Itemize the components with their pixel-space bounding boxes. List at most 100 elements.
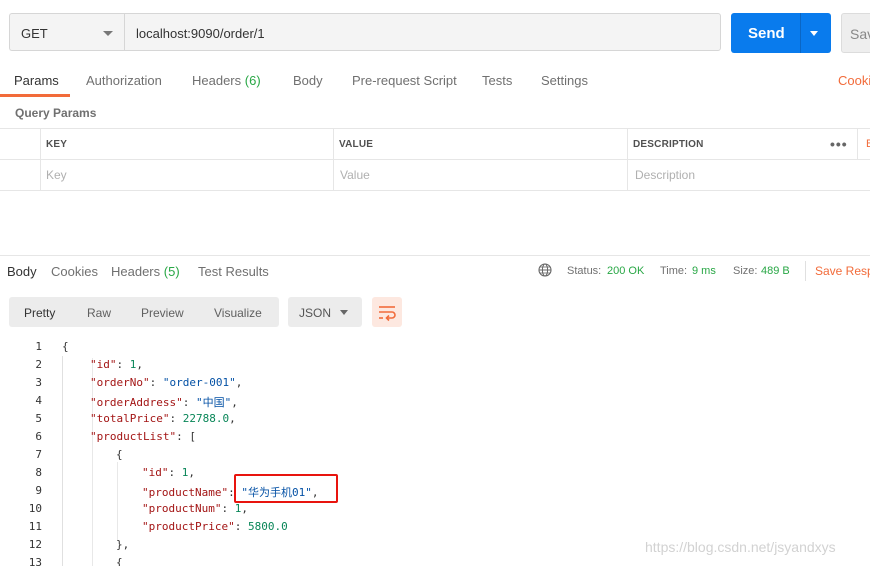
response-tab-body[interactable]: Body [7, 264, 37, 279]
view-preview-button[interactable]: Preview [141, 306, 184, 320]
line-number: 2 [35, 358, 42, 371]
code-line: "orderAddress": "中国", [90, 396, 238, 409]
line-number: 12 [28, 538, 42, 551]
view-pretty-button[interactable]: Pretty [24, 306, 55, 320]
line-number: 6 [35, 430, 42, 443]
highlight-box [234, 474, 338, 503]
json-value: "中国" [195, 396, 232, 409]
table-col-divider [333, 129, 334, 191]
json-key: "id" [142, 466, 169, 479]
table-border-bottom [0, 190, 870, 191]
code-line: "orderNo": "order-001", [90, 376, 243, 389]
json-key: "id" [90, 358, 117, 371]
line-number: 4 [35, 394, 42, 407]
code-line: "productPrice": 5800.0 [142, 520, 288, 533]
tab-label: Body [293, 73, 323, 88]
code-line: "productNum": 1, [142, 502, 248, 515]
code-line: "id": 1, [142, 466, 195, 479]
column-header-value: VALUE [339, 139, 374, 150]
tab-count: (6) [244, 73, 261, 88]
line-number: 3 [35, 376, 42, 389]
tab-count: (5) [163, 264, 180, 279]
tab-params[interactable]: Params [14, 73, 59, 88]
tab-authorization[interactable]: Authorization [86, 73, 162, 88]
line-number: 8 [35, 466, 42, 479]
table-col-divider [857, 129, 858, 159]
globe-icon[interactable] [538, 263, 552, 277]
save-response-button[interactable]: Save Response [815, 264, 870, 278]
send-button[interactable]: Send [731, 13, 831, 53]
size-label: Size: [733, 265, 758, 277]
line-number: 1 [35, 340, 42, 353]
json-value: 1 [234, 502, 242, 515]
tab-tests[interactable]: Tests [482, 73, 512, 88]
line-number: 11 [28, 520, 42, 533]
response-tab-test-results[interactable]: Test Results [198, 264, 269, 279]
status-label: Status: [567, 265, 602, 277]
more-options-icon[interactable]: ••• [830, 136, 848, 152]
tab-label: Authorization [86, 73, 162, 88]
json-value: 1 [129, 358, 137, 371]
tab-label: Test Results [198, 264, 269, 279]
table-col-divider [40, 129, 41, 191]
line-number: 5 [35, 412, 42, 425]
bulk-edit-link[interactable]: Bulk Edit [866, 138, 870, 150]
line-number: 7 [35, 448, 42, 461]
code-line: }, [116, 538, 130, 551]
wrap-lines-button[interactable] [372, 297, 402, 327]
indent-guide [92, 358, 93, 566]
table-border-top [0, 128, 870, 129]
code-line: "productList": [ [90, 430, 196, 443]
code-line: { [62, 340, 69, 353]
save-button[interactable]: Save [841, 13, 870, 53]
active-tab-indicator [0, 94, 70, 97]
column-header-key: KEY [46, 139, 68, 150]
code-line: { [116, 556, 123, 566]
url-value: localhost:9090/order/1 [136, 26, 265, 41]
table-border-header [0, 159, 870, 160]
code-line: "id": 1, [90, 358, 143, 371]
response-tab-cookies[interactable]: Cookies [51, 264, 98, 279]
view-raw-button[interactable]: Raw [87, 306, 111, 320]
key-input[interactable]: Key [46, 168, 67, 182]
time-label: Time: [660, 265, 688, 277]
cookies-link[interactable]: Cookies [838, 73, 870, 88]
json-value: 5800.0 [247, 520, 288, 533]
tab-pre-request-script[interactable]: Pre-request Script [352, 73, 457, 88]
json-key: "productNum" [142, 502, 222, 515]
tab-headers[interactable]: Headers (6) [192, 73, 261, 88]
code-line: { [116, 448, 123, 461]
json-key: "productList" [90, 430, 177, 443]
line-number: 10 [28, 502, 42, 515]
method-select[interactable]: GET [9, 13, 124, 51]
chevron-down-icon [340, 310, 348, 315]
tab-body[interactable]: Body [293, 73, 323, 88]
size-value: 489 B [761, 265, 790, 277]
json-value: 22788.0 [182, 412, 230, 425]
status-value: 200 OK [607, 265, 645, 277]
response-tab-headers[interactable]: Headers (5) [111, 264, 180, 279]
json-value: "order-001" [162, 376, 236, 389]
tab-settings[interactable]: Settings [541, 73, 588, 88]
tab-label: Params [14, 73, 59, 88]
view-visualize-button[interactable]: Visualize [214, 306, 262, 320]
save-label: Save [850, 26, 870, 42]
tab-label: Cookies [51, 264, 98, 279]
line-number: 9 [35, 484, 42, 497]
tab-label: Pre-request Script [352, 73, 457, 88]
tab-label: Headers [111, 264, 161, 279]
send-options-chevron-icon[interactable] [810, 31, 818, 36]
line-number: 13 [28, 556, 42, 566]
json-value: 1 [181, 466, 189, 479]
column-header-description: DESCRIPTION [633, 139, 704, 150]
description-input[interactable]: Description [635, 168, 695, 182]
tab-label: Tests [482, 73, 513, 88]
value-input[interactable]: Value [340, 168, 370, 182]
url-input[interactable]: localhost:9090/order/1 [124, 13, 721, 51]
response-divider [0, 255, 870, 256]
status-divider [805, 261, 806, 281]
table-col-divider [627, 129, 628, 191]
format-select[interactable]: JSON [288, 297, 362, 327]
chevron-down-icon [103, 31, 113, 36]
code-gutter-border [62, 356, 63, 566]
